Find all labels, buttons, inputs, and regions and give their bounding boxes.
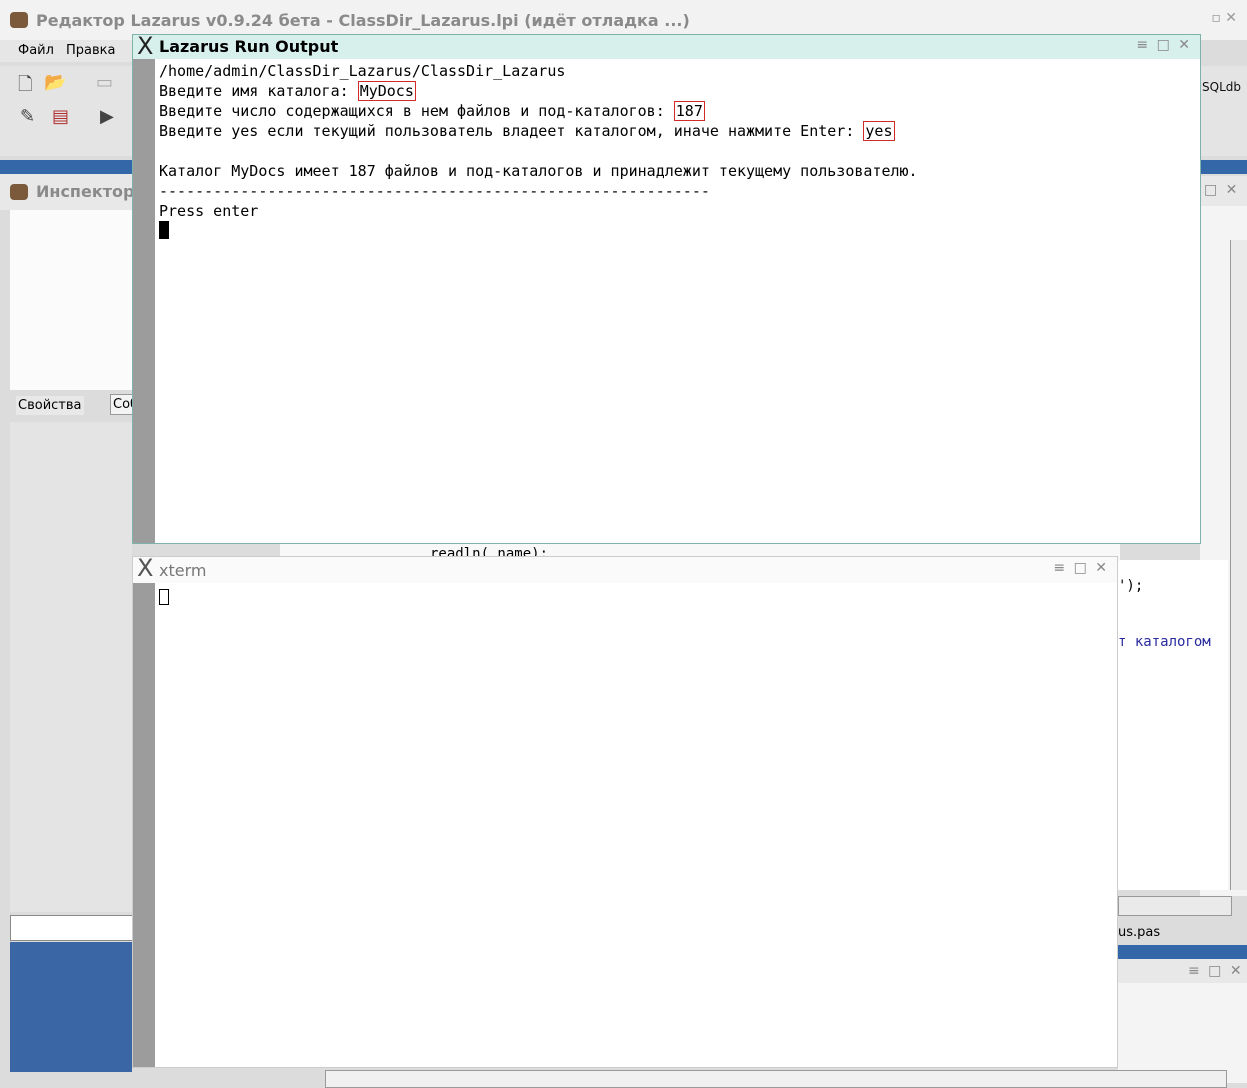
editor-file-tab[interactable]: us.pas (1118, 925, 1160, 940)
input-value-name: MyDocs (357, 81, 416, 101)
x-logo-icon: X (137, 554, 154, 582)
output-separator: ----------------------------------------… (159, 182, 710, 200)
prompt-text: Введите число содержащихся в нем файлов … (159, 102, 674, 120)
ide-title: Редактор Lazarus v0.9.24 бета - ClassDir… (36, 11, 690, 30)
window-controls-icon[interactable]: □ ✕ (1204, 182, 1239, 198)
messages-panel[interactable] (1118, 983, 1247, 1083)
horizontal-scrollbar[interactable] (325, 1070, 1227, 1088)
stack-icon[interactable]: ▤ (52, 106, 69, 127)
inspector-tabs: Свойства Соб (10, 392, 142, 422)
code-area[interactable] (1118, 560, 1228, 890)
source-editor-header: □ ✕ (1200, 176, 1247, 206)
output-path: /home/admin/ClassDir_Lazarus/ClassDir_La… (159, 62, 566, 80)
window-controls-icon[interactable]: ≡ □ ✕ (1053, 560, 1109, 576)
messages-header: ≡ □ ✕ (1118, 959, 1247, 983)
lazarus-icon (10, 12, 28, 28)
code-line: '); (1118, 578, 1144, 594)
input-value-count: 187 (673, 101, 705, 121)
open-folder-icon[interactable]: 📂 (44, 72, 66, 93)
prompt-text: Введите имя каталога: (159, 82, 358, 100)
output-line-count: Введите число содержащихся в нем файлов … (159, 101, 1194, 121)
inspector-input[interactable] (10, 915, 134, 941)
run-icon[interactable]: ▶ (100, 106, 114, 127)
desktop-background (10, 942, 132, 1072)
menu-file[interactable]: Файл (18, 43, 54, 58)
output-press-enter: Press enter (159, 202, 259, 220)
x-logo-icon: X (137, 32, 154, 60)
object-inspector-header: Инспектор (0, 174, 135, 210)
output-line-owner: Введите yes если текущий пользователь вл… (159, 121, 1194, 141)
xterm-window[interactable]: X xterm ≡ □ ✕ (132, 554, 1118, 1068)
terminal-cursor (159, 589, 169, 605)
output-result: Каталог MyDocs имеет 187 файлов и под-ка… (159, 162, 918, 180)
input-value-owner: yes (863, 121, 895, 141)
menu-edit[interactable]: Правка (66, 43, 115, 58)
inspector-title: Инспектор (36, 182, 135, 201)
ide-toolbar: 🗋 📂 ▭ ✎ ▤ ▶ (0, 66, 132, 156)
run-output-title: Lazarus Run Output (159, 37, 339, 56)
window-controls-icon[interactable]: ≡ □ ✕ (1136, 37, 1192, 53)
output-line-name: Введите имя каталога: MyDocs (159, 81, 1194, 101)
build-icon[interactable]: ✎ (20, 106, 35, 127)
run-output-window[interactable]: X Lazarus Run Output ≡ □ ✕ /home/admin/C… (132, 32, 1201, 544)
vertical-scrollbar[interactable] (1230, 240, 1247, 890)
run-output-title-bar[interactable]: X Lazarus Run Output ≡ □ ✕ (133, 32, 1200, 60)
window-frame (133, 583, 155, 1067)
panel-separator (1118, 945, 1247, 959)
tab-properties[interactable]: Свойства (16, 396, 84, 415)
window-controls-icon[interactable]: ≡ □ ✕ (1188, 963, 1244, 979)
text-cursor (159, 221, 169, 239)
inspector-grid[interactable] (10, 422, 132, 912)
panel-separator (1200, 160, 1247, 174)
xterm-title: xterm (159, 561, 207, 580)
prompt-text: Введите yes если текущий пользователь вл… (159, 122, 864, 140)
window-controls-icon[interactable]: ▫ ✕ (1211, 10, 1237, 26)
panel-separator (0, 160, 132, 174)
code-line: т каталогом (1118, 634, 1211, 650)
new-file-icon[interactable]: 🗋 (18, 72, 32, 102)
save-icon[interactable]: ▭ (96, 72, 113, 93)
console-output[interactable]: /home/admin/ClassDir_Lazarus/ClassDir_La… (159, 61, 1194, 241)
xterm-title-bar[interactable]: X xterm ≡ □ ✕ (133, 554, 1117, 583)
ide-menubar: Файл Правка (0, 40, 132, 62)
lazarus-icon (10, 184, 28, 200)
cursor-line (159, 221, 1194, 241)
horizontal-scrollbar[interactable] (1118, 896, 1232, 916)
palette-tab-sqldb[interactable]: SQLdb (1202, 80, 1241, 94)
inspector-tree[interactable] (10, 210, 132, 390)
window-frame (133, 59, 155, 543)
